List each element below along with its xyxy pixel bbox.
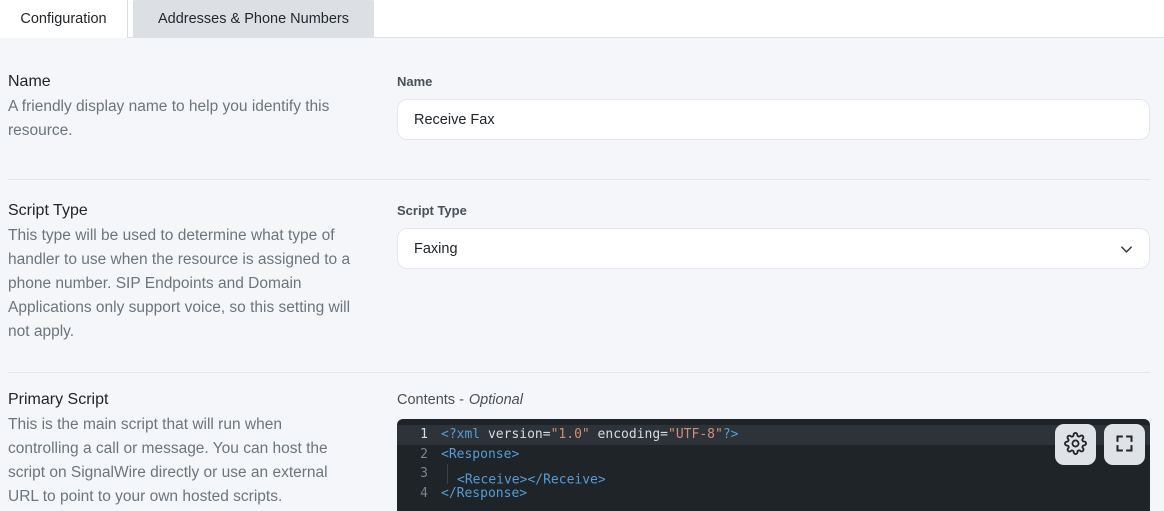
code-line[interactable]: 3<Receive></Receive> [397, 464, 1150, 484]
name-input[interactable] [397, 99, 1150, 140]
section-primary-script-description: This is the main script that will run wh… [8, 413, 354, 509]
line-number: 4 [397, 484, 441, 504]
code-line-text: </Response> [441, 484, 527, 504]
line-number: 2 [397, 445, 441, 465]
section-script-type-field: Script Type Faxing [397, 199, 1150, 344]
section-primary-script-field: Contents - Optional 1<?xml version="1.0"… [397, 388, 1150, 511]
section-name-info: Name A friendly display name to help you… [8, 70, 376, 143]
editor-settings-button[interactable] [1055, 424, 1096, 465]
section-name-heading: Name [8, 70, 354, 94]
tab-addresses-phone-numbers[interactable]: Addresses & Phone Numbers [133, 0, 374, 38]
section-script-type-info: Script Type This type will be used to de… [8, 199, 376, 344]
tab-bar: Configuration Addresses & Phone Numbers [0, 0, 1164, 38]
tab-configuration-label: Configuration [20, 11, 106, 27]
contents-label: Contents - Optional [397, 390, 1150, 410]
code-line-text: <Receive></Receive> [441, 464, 606, 484]
code-editor[interactable]: 1<?xml version="1.0" encoding="UTF-8"?>2… [397, 419, 1150, 511]
contents-optional-text: Optional [469, 390, 523, 410]
script-type-selected-value: Faxing [414, 241, 458, 257]
editor-fullscreen-button[interactable] [1104, 424, 1145, 465]
editor-buttons [1055, 424, 1145, 465]
content: Name A friendly display name to help you… [0, 38, 1164, 511]
section-name-field: Name [397, 70, 1150, 143]
code-line-text: <Response> [441, 445, 519, 465]
code-line-text: <?xml version="1.0" encoding="UTF-8"?> [441, 425, 738, 445]
tab-addresses-phone-numbers-label: Addresses & Phone Numbers [158, 11, 349, 27]
code-line[interactable]: 4</Response> [397, 484, 1150, 504]
name-field-label: Name [397, 74, 1150, 90]
code-lines: 1<?xml version="1.0" encoding="UTF-8"?>2… [397, 419, 1150, 503]
line-number: 3 [397, 464, 441, 484]
section-primary-script: Primary Script This is the main script t… [8, 372, 1150, 511]
gear-icon [1064, 432, 1087, 458]
section-script-type-heading: Script Type [8, 199, 354, 223]
section-script-type: Script Type This type will be used to de… [8, 179, 1150, 372]
section-name-description: A friendly display name to help you iden… [8, 95, 354, 143]
script-type-select[interactable]: Faxing [397, 228, 1150, 269]
page: Configuration Addresses & Phone Numbers … [0, 0, 1164, 511]
section-name: Name A friendly display name to help you… [8, 38, 1150, 179]
fullscreen-icon [1114, 433, 1135, 457]
chevron-down-icon [1119, 242, 1134, 261]
section-primary-script-heading: Primary Script [8, 388, 354, 412]
contents-label-text: Contents - [397, 390, 464, 410]
script-type-field-label: Script Type [397, 203, 1150, 219]
code-line[interactable]: 2<Response> [397, 445, 1150, 465]
section-primary-script-info: Primary Script This is the main script t… [8, 388, 376, 511]
section-script-type-description: This type will be used to determine what… [8, 224, 354, 344]
line-number: 1 [397, 425, 441, 445]
code-line[interactable]: 1<?xml version="1.0" encoding="UTF-8"?> [397, 425, 1150, 445]
tab-configuration[interactable]: Configuration [0, 0, 128, 38]
indent-guide [441, 464, 457, 484]
